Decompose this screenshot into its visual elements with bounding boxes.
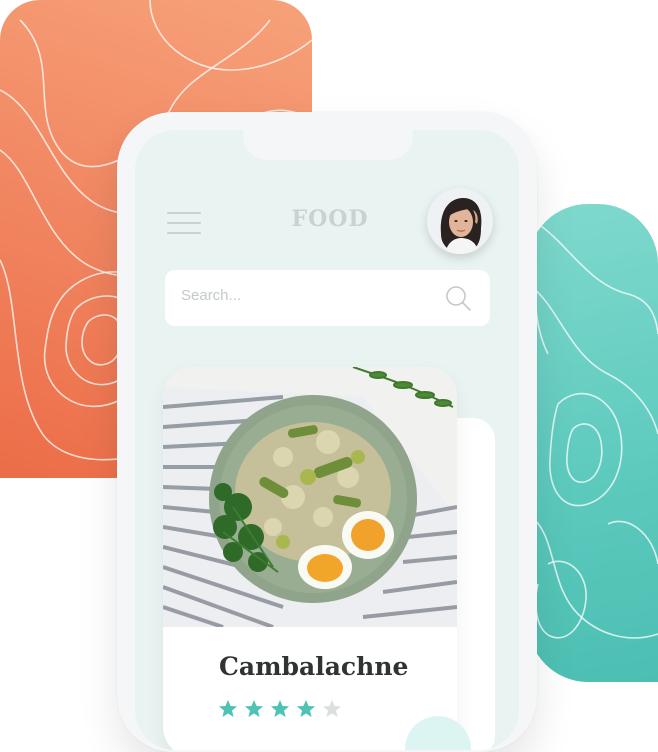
star-filled-icon — [271, 700, 289, 717]
food-photo — [163, 367, 457, 627]
search-placeholder: Search... — [181, 287, 242, 304]
phone-notch — [243, 130, 413, 160]
app-title: FOOD — [291, 206, 369, 232]
user-portrait — [427, 188, 493, 254]
avatar[interactable] — [427, 188, 493, 254]
phone-screen: FOOD Search... Cambalachne — [135, 130, 519, 750]
hamburger-menu-icon[interactable] — [167, 208, 201, 238]
dish-name: Cambalachne — [219, 652, 409, 681]
search-field[interactable]: Search... — [165, 270, 490, 326]
star-filled-icon — [297, 700, 315, 717]
food-card[interactable]: Cambalachne — [163, 367, 457, 750]
teal-decor-card — [528, 204, 658, 682]
star-filled-icon — [219, 700, 237, 717]
topography-pattern — [528, 223, 658, 639]
phone-mockup: FOOD Search... Cambalachne — [117, 112, 537, 752]
star-filled-icon — [245, 700, 263, 717]
search-icon[interactable] — [444, 284, 472, 312]
star-empty-icon — [323, 700, 341, 717]
rating-stars — [218, 699, 342, 723]
